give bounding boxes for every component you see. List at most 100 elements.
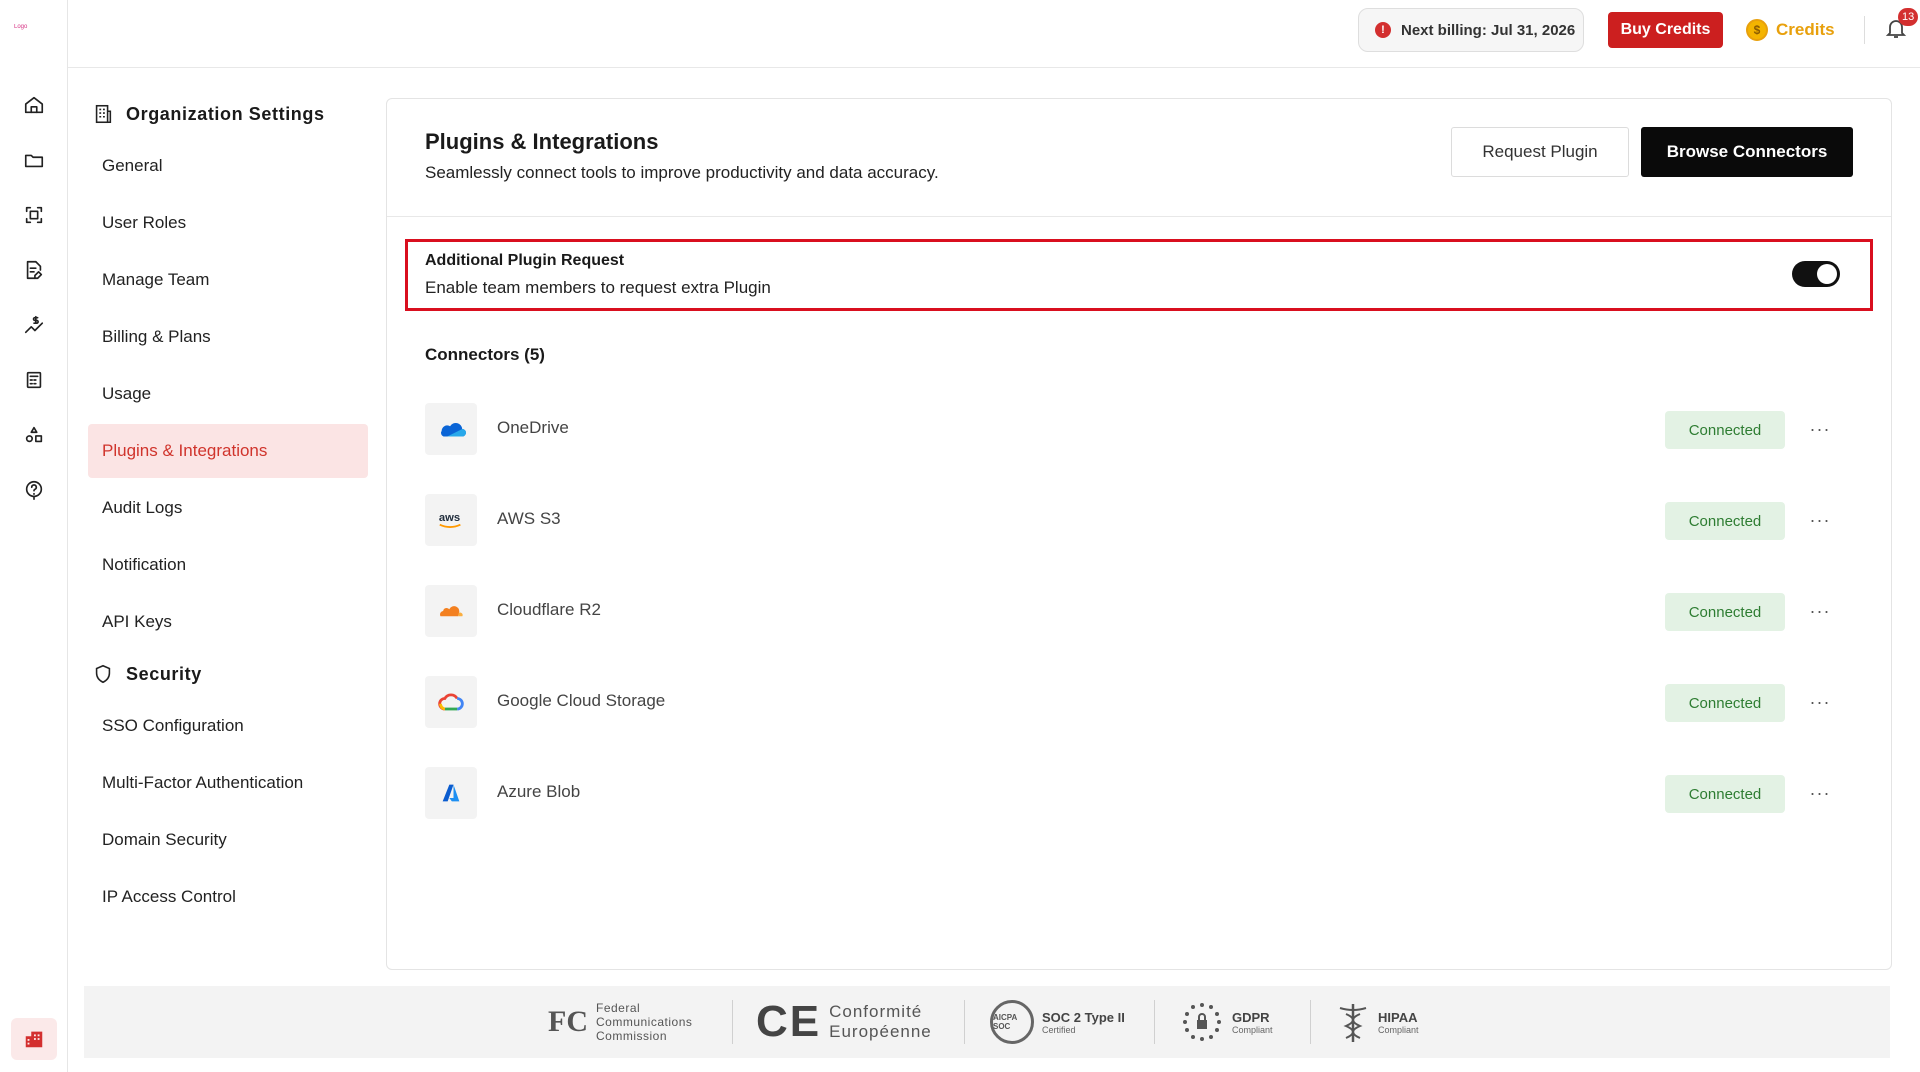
next-billing-label: Next billing: Jul 31, 2026 bbox=[1401, 21, 1576, 39]
more-options-icon[interactable]: ··· bbox=[1805, 506, 1835, 534]
next-billing-pill: ! Next billing: Jul 31, 2026 bbox=[1358, 8, 1584, 52]
setting-title: Additional Plugin Request bbox=[425, 252, 625, 269]
ce-certification: CE Conformité Européenne bbox=[756, 997, 932, 1046]
fcc-line-2: Communications bbox=[596, 1015, 693, 1029]
shapes-icon[interactable] bbox=[20, 421, 48, 449]
ce-line-2: Européenne bbox=[829, 1022, 932, 1041]
topbar-divider bbox=[1864, 16, 1865, 44]
browse-connectors-button[interactable]: Browse Connectors bbox=[1641, 127, 1853, 177]
alert-icon: ! bbox=[1375, 22, 1391, 38]
footer-divider bbox=[964, 1000, 965, 1044]
nav-api-keys[interactable]: API Keys bbox=[88, 595, 368, 649]
gdpr-sub: Compliant bbox=[1232, 1024, 1273, 1035]
connector-name: AWS S3 bbox=[497, 509, 561, 528]
more-options-icon[interactable]: ··· bbox=[1805, 688, 1835, 716]
connector-row: aws AWS S3 Connected ··· bbox=[425, 494, 1855, 548]
security-title: Security bbox=[126, 663, 202, 684]
building-icon bbox=[95, 104, 112, 124]
cloudflare-icon bbox=[425, 585, 477, 637]
fcc-logo: FC bbox=[548, 1005, 588, 1038]
connector-row: OneDrive Connected ··· bbox=[425, 403, 1855, 457]
fcc-line-1: Federal bbox=[596, 1001, 641, 1015]
document-edit-icon[interactable] bbox=[20, 256, 48, 284]
fcc-text: Federal Communications Commission bbox=[596, 1001, 692, 1043]
connector-name: Google Cloud Storage bbox=[497, 691, 666, 710]
credits-button[interactable]: $ Credits bbox=[1746, 14, 1835, 46]
connector-row: Google Cloud Storage Connected ··· bbox=[425, 676, 1855, 730]
connected-badge: Connected bbox=[1665, 502, 1785, 540]
aicpa-soc-icon: AICPA SOC bbox=[990, 1000, 1034, 1044]
connected-badge: Connected bbox=[1665, 684, 1785, 722]
nav-usage[interactable]: Usage bbox=[88, 367, 368, 421]
nav-notification[interactable]: Notification bbox=[88, 538, 368, 592]
ce-text: Conformité Européenne bbox=[829, 1002, 932, 1042]
soc2-title: SOC 2 Type II bbox=[1042, 1009, 1125, 1025]
footer-divider bbox=[1154, 1000, 1155, 1044]
help-icon[interactable] bbox=[20, 476, 48, 504]
calculator-icon[interactable] bbox=[20, 366, 48, 394]
nav-general[interactable]: General bbox=[88, 139, 368, 193]
connector-name: OneDrive bbox=[497, 418, 569, 437]
home-icon[interactable] bbox=[20, 91, 48, 119]
svg-text:aws: aws bbox=[439, 512, 460, 524]
connected-badge: Connected bbox=[1665, 411, 1785, 449]
more-options-icon[interactable]: ··· bbox=[1805, 597, 1835, 625]
nav-billing-plans[interactable]: Billing & Plans bbox=[88, 310, 368, 364]
organization-icon[interactable] bbox=[11, 1018, 57, 1060]
more-options-icon[interactable]: ··· bbox=[1805, 415, 1835, 443]
notifications-button[interactable]: 13 bbox=[1884, 8, 1919, 44]
additional-plugin-request-setting: Additional Plugin Request Enable team me… bbox=[405, 239, 1873, 311]
fcc-certification: FC Federal Communications Commission bbox=[548, 998, 692, 1046]
nav-plugins-integrations[interactable]: Plugins & Integrations bbox=[88, 424, 368, 478]
buy-credits-button[interactable]: Buy Credits bbox=[1608, 12, 1723, 48]
google-cloud-icon bbox=[425, 676, 477, 728]
request-plugin-button[interactable]: Request Plugin bbox=[1451, 127, 1629, 177]
ce-logo: CE bbox=[756, 997, 822, 1046]
connectors-heading: Connectors (5) bbox=[425, 345, 545, 364]
nav-sso-configuration[interactable]: SSO Configuration bbox=[88, 699, 368, 753]
nav-domain-security[interactable]: Domain Security bbox=[88, 813, 368, 867]
plugins-integrations-card: Plugins & Integrations Seamlessly connec… bbox=[386, 98, 1892, 970]
ce-line-1: Conformité bbox=[829, 1002, 923, 1021]
folder-icon[interactable] bbox=[20, 146, 48, 174]
pricing-trend-icon[interactable] bbox=[20, 311, 48, 339]
toggle-knob bbox=[1817, 264, 1837, 284]
credits-label: Credits bbox=[1776, 20, 1835, 39]
scan-icon[interactable] bbox=[20, 201, 48, 229]
soc2-sub: Certified bbox=[1042, 1024, 1076, 1035]
organization-settings-title: Organization Settings bbox=[126, 103, 325, 124]
nav-user-roles[interactable]: User Roles bbox=[88, 196, 368, 250]
connected-badge: Connected bbox=[1665, 593, 1785, 631]
nav-ip-access-control[interactable]: IP Access Control bbox=[88, 870, 368, 924]
card-header: Plugins & Integrations Seamlessly connec… bbox=[387, 99, 1891, 217]
more-options-icon[interactable]: ··· bbox=[1805, 779, 1835, 807]
organization-settings-heading: Organization Settings bbox=[88, 92, 368, 136]
connector-row: Cloudflare R2 Connected ··· bbox=[425, 585, 1855, 639]
azure-icon bbox=[425, 767, 477, 819]
gdpr-stars-icon bbox=[1183, 1003, 1221, 1041]
app-logo[interactable]: Logo bbox=[14, 24, 50, 36]
security-heading: Security bbox=[88, 652, 368, 696]
page-subtitle: Seamlessly connect tools to improve prod… bbox=[425, 163, 939, 182]
connector-name: Azure Blob bbox=[497, 782, 581, 801]
coin-icon: $ bbox=[1746, 19, 1768, 41]
connector-name: Cloudflare R2 bbox=[497, 600, 601, 619]
nav-audit-logs[interactable]: Audit Logs bbox=[88, 481, 368, 535]
caduceus-icon bbox=[1339, 1004, 1367, 1042]
onedrive-icon bbox=[425, 403, 477, 455]
gdpr-text: GDPR Compliant bbox=[1232, 1010, 1273, 1035]
nav-manage-team[interactable]: Manage Team bbox=[88, 253, 368, 307]
connector-row: Azure Blob Connected ··· bbox=[425, 767, 1855, 821]
soc2-text: SOC 2 Type II Certified bbox=[1042, 1010, 1125, 1035]
top-bar: ! Next billing: Jul 31, 2026 Buy Credits… bbox=[68, 0, 1920, 68]
footer-divider bbox=[732, 1000, 733, 1044]
hipaa-sub: Compliant bbox=[1378, 1024, 1419, 1035]
nav-multi-factor-authentication[interactable]: Multi-Factor Authentication bbox=[88, 756, 368, 810]
soc2-certification: AICPA SOC SOC 2 Type II Certified bbox=[990, 998, 1125, 1046]
gdpr-certification: GDPR Compliant bbox=[1180, 998, 1273, 1046]
shield-icon bbox=[95, 664, 111, 684]
aws-icon: aws bbox=[425, 494, 477, 546]
plugin-request-toggle[interactable] bbox=[1792, 261, 1840, 287]
setting-description: Enable team members to request extra Plu… bbox=[425, 278, 771, 297]
hipaa-text: HIPAA Compliant bbox=[1378, 1010, 1419, 1035]
